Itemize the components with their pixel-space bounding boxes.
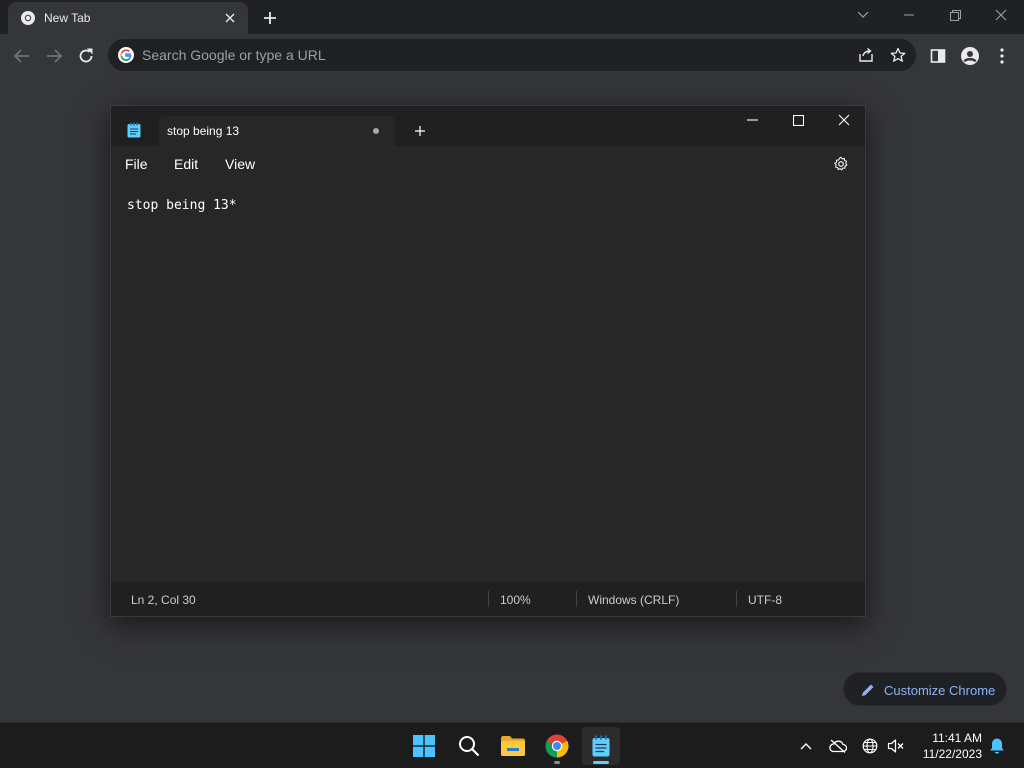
google-g-icon [118, 47, 134, 63]
chrome-taskbar-icon[interactable] [538, 727, 576, 765]
clock-time: 11:41 AM [932, 731, 982, 745]
unsaved-changes-dot-icon[interactable] [373, 128, 379, 134]
zoom-level[interactable]: 100% [500, 593, 531, 607]
chrome-toolbar [0, 34, 1024, 76]
bookmark-star-icon[interactable] [888, 45, 908, 65]
share-icon[interactable] [856, 45, 876, 65]
status-divider [576, 591, 577, 607]
notepad-menu-bar: File Edit View [111, 146, 865, 182]
notepad-maximize-icon[interactable] [775, 106, 821, 134]
show-hidden-icons-chevron-icon[interactable] [795, 735, 817, 757]
notepad-status-bar: Ln 2, Col 30 100% Windows (CRLF) UTF-8 [111, 582, 865, 616]
notification-bell-icon[interactable] [986, 735, 1008, 757]
notepad-title-bar[interactable]: stop being 13 [111, 106, 865, 146]
clock-date: 11/22/2023 [922, 747, 982, 761]
editor-line-1: stop being 13* [127, 198, 237, 213]
menu-file[interactable]: File [123, 156, 150, 172]
new-tab-plus-icon[interactable] [258, 6, 282, 30]
cursor-position: Ln 2, Col 30 [131, 593, 196, 607]
chrome-close-icon[interactable] [978, 0, 1024, 30]
omnibox-input[interactable] [142, 45, 822, 65]
back-arrow-icon[interactable] [8, 42, 36, 70]
menu-view[interactable]: View [223, 156, 257, 172]
network-globe-icon[interactable] [859, 735, 881, 757]
chrome-restore-icon[interactable] [932, 0, 978, 30]
settings-gear-icon[interactable] [831, 154, 851, 174]
status-divider [488, 591, 489, 607]
status-divider [736, 591, 737, 607]
side-panel-icon[interactable] [924, 42, 952, 70]
file-explorer-icon[interactable] [494, 727, 532, 765]
notepad-window: stop being 13 File Edit View stop being … [110, 105, 866, 617]
notepad-tab-title: stop being 13 [167, 124, 240, 138]
active-indicator [593, 761, 609, 764]
line-ending[interactable]: Windows (CRLF) [588, 593, 679, 607]
customize-chrome-label: Customize Chrome [884, 683, 996, 698]
chrome-tab-title: New Tab [44, 11, 91, 25]
search-icon[interactable] [450, 727, 488, 765]
chrome-tab-new-tab[interactable]: New Tab [8, 2, 248, 34]
chrome-minimize-icon[interactable] [886, 0, 932, 30]
notepad-minimize-icon[interactable] [729, 106, 775, 134]
chrome-tab-strip: New Tab [0, 0, 1024, 34]
running-indicator [554, 761, 560, 764]
notepad-text-editor[interactable]: stop being 13* [111, 182, 865, 584]
notepad-taskbar-icon[interactable] [582, 727, 620, 765]
close-tab-icon[interactable] [220, 8, 240, 28]
tab-search-chevron-icon[interactable] [840, 0, 886, 30]
start-windows-icon[interactable] [405, 727, 443, 765]
onedrive-offline-icon[interactable] [827, 735, 849, 757]
volume-muted-icon[interactable] [885, 735, 907, 757]
menu-edit[interactable]: Edit [172, 156, 200, 172]
notepad-app-icon [127, 122, 141, 138]
notepad-close-icon[interactable] [821, 106, 867, 134]
notepad-document-tab[interactable]: stop being 13 [159, 116, 395, 146]
encoding[interactable]: UTF-8 [748, 593, 782, 607]
profile-avatar-icon[interactable] [956, 42, 984, 70]
chrome-menu-kebab-icon[interactable] [988, 42, 1016, 70]
reload-icon[interactable] [72, 42, 100, 70]
forward-arrow-icon[interactable] [40, 42, 68, 70]
customize-chrome-button[interactable]: Customize Chrome [843, 672, 1007, 706]
windows-taskbar: 11:41 AM 11/22/2023 [0, 722, 1024, 768]
taskbar-clock[interactable]: 11:41 AM 11/22/2023 [912, 730, 982, 762]
pencil-icon [862, 684, 874, 696]
chrome-favicon-icon [21, 11, 35, 25]
notepad-new-tab-plus-icon[interactable] [409, 120, 431, 142]
omnibox[interactable] [108, 39, 916, 71]
